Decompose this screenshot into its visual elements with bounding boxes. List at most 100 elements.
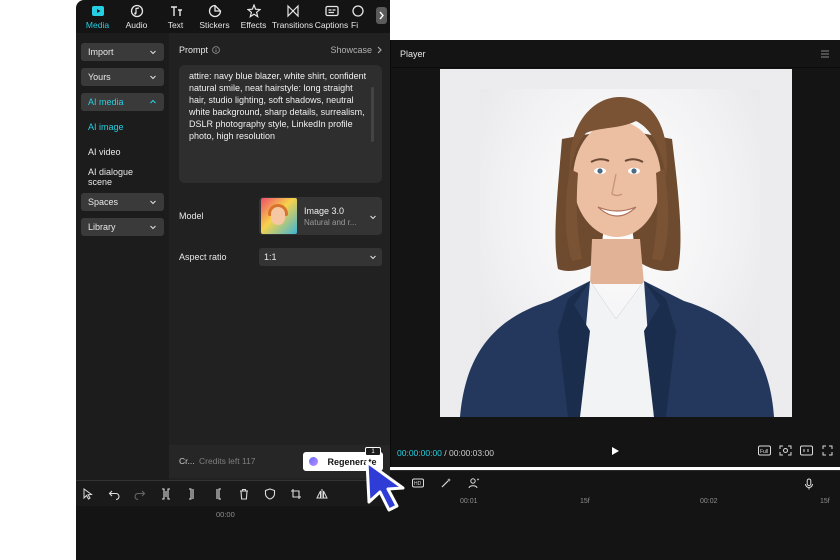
- ai-image-panel: Prompt Showcase attire: navy blue blazer…: [169, 33, 390, 480]
- sidebar-item-yours[interactable]: Yours: [81, 68, 164, 86]
- tab-audio[interactable]: Audio: [117, 0, 156, 33]
- sidebar-item-ai-image[interactable]: AI image: [81, 118, 164, 136]
- sparkle-icon: [309, 457, 319, 466]
- credits-text: Credits left 117: [199, 456, 256, 466]
- app-window: Media Audio Text Stickers Effects Transi…: [76, 0, 840, 560]
- tab-label: Effects: [240, 19, 267, 30]
- tab-label: Stickers: [199, 19, 230, 30]
- showcase-link[interactable]: Showcase: [330, 45, 382, 55]
- total-time: 00:00:03:00: [449, 448, 494, 458]
- cost-badge: 1: [365, 447, 381, 456]
- sidebar-item-ai-media[interactable]: AI media: [81, 93, 164, 111]
- shield-icon[interactable]: [264, 487, 276, 500]
- mouse-cursor-icon: [365, 460, 405, 512]
- transitions-icon: [286, 4, 299, 17]
- aspect-ratio-select[interactable]: 1:1: [259, 248, 382, 266]
- full-label: Full: [760, 449, 768, 455]
- effects-icon: [246, 3, 261, 18]
- preview-image: [440, 69, 792, 417]
- sidebar-item-ai-dialogue-scene[interactable]: AI dialogue scene: [81, 167, 164, 187]
- chevron-down-icon: [370, 215, 376, 220]
- tab-effects[interactable]: Effects: [234, 0, 273, 33]
- chevron-right-icon: [377, 46, 382, 54]
- prompt-textarea[interactable]: attire: navy blue blazer, white shirt, c…: [179, 65, 382, 183]
- sidebar-item-label: AI dialogue scene: [88, 167, 134, 187]
- undo-icon[interactable]: [108, 488, 120, 500]
- aspect-ratio-label: Aspect ratio: [179, 252, 227, 262]
- timeline-ruler[interactable]: 00:01 15f 00:02 15f: [390, 496, 840, 510]
- sidebar-item-import[interactable]: Import: [81, 43, 164, 61]
- sidebar-item-label: Spaces: [88, 197, 119, 207]
- captions-icon: [324, 5, 339, 16]
- microphone-icon[interactable]: [803, 478, 815, 490]
- player-header: Player: [391, 40, 840, 68]
- filters-icon: [352, 4, 364, 17]
- menu-icon[interactable]: [820, 50, 830, 58]
- chevron-up-icon: [150, 99, 156, 104]
- select-cursor-icon[interactable]: [82, 487, 94, 500]
- prompt-text: attire: navy blue blazer, white shirt, c…: [189, 71, 367, 141]
- sidebar-item-label: AI media: [88, 97, 124, 107]
- tab-label: Media: [85, 19, 110, 30]
- full-quality-icon[interactable]: Full: [758, 445, 771, 456]
- top-toolbar: Media Audio Text Stickers Effects Transi…: [76, 0, 390, 33]
- timeline-track-area[interactable]: 00:00: [76, 506, 390, 560]
- ratio-icon[interactable]: [800, 445, 813, 456]
- hd-icon[interactable]: HD: [412, 477, 424, 489]
- split-left-icon[interactable]: [186, 487, 198, 500]
- tab-captions[interactable]: Captions: [312, 0, 351, 33]
- svg-text:HD: HD: [414, 481, 422, 487]
- delete-icon[interactable]: [238, 488, 250, 500]
- showcase-label: Showcase: [330, 45, 372, 55]
- text-icon: [170, 5, 182, 16]
- time-display: 00:00:00:00 / 00:00:03:00: [397, 448, 494, 458]
- model-label: Model: [179, 211, 204, 221]
- model-description: Natural and r...: [304, 217, 357, 227]
- timeline-tools: HD: [412, 477, 480, 489]
- fullscreen-icon[interactable]: [821, 445, 834, 456]
- tab-label: Fi: [351, 19, 359, 30]
- sidebar-item-label: Import: [88, 47, 114, 57]
- sidebar-item-label: Yours: [88, 72, 111, 82]
- focus-icon[interactable]: [779, 445, 792, 456]
- player-panel: Player 00:00:00:00 / 00:00:03:00 Full: [390, 40, 840, 467]
- edit-toolbar: [76, 480, 390, 506]
- timeline-start-mark: 00:00: [216, 510, 235, 519]
- mirror-icon[interactable]: [316, 488, 328, 500]
- crop-icon[interactable]: [290, 488, 302, 500]
- magic-wand-icon[interactable]: [440, 477, 452, 489]
- prompt-title: Prompt: [179, 45, 209, 55]
- chevron-down-icon: [150, 50, 156, 55]
- ruler-mark: 00:01: [460, 498, 478, 505]
- model-selector[interactable]: Image 3.0 Natural and r...: [259, 197, 382, 235]
- portrait-photo: [460, 97, 774, 417]
- split-icon[interactable]: [160, 487, 172, 500]
- sidebar-item-library[interactable]: Library: [81, 218, 164, 236]
- stickers-icon: [208, 4, 221, 17]
- tab-media[interactable]: Media: [78, 0, 117, 33]
- sidebar-item-ai-video[interactable]: AI video: [81, 143, 164, 161]
- ruler-mark: 00:02: [700, 498, 718, 505]
- ruler-mark: 15f: [820, 498, 830, 505]
- tab-transitions[interactable]: Transitions: [272, 0, 313, 33]
- aspect-ratio-value: 1:1: [264, 252, 277, 262]
- tab-stickers[interactable]: Stickers: [195, 0, 234, 33]
- tab-filters[interactable]: Fi: [351, 0, 371, 33]
- player-title: Player: [400, 48, 426, 59]
- tab-text[interactable]: Text: [156, 0, 195, 33]
- timeline-toolbar: HD 00:01 15f 00:02 15f: [390, 470, 840, 560]
- info-icon[interactable]: [212, 46, 220, 54]
- split-right-icon[interactable]: [212, 487, 224, 500]
- redo-icon[interactable]: [134, 488, 146, 500]
- tab-label: Audio: [125, 19, 148, 30]
- play-icon[interactable]: [610, 446, 620, 456]
- person-sparkle-icon[interactable]: [468, 477, 480, 489]
- audio-icon: [130, 4, 143, 17]
- model-name: Image 3.0: [304, 205, 345, 216]
- sidebar-item-spaces[interactable]: Spaces: [81, 193, 164, 211]
- toolbar-scroll-right-button[interactable]: [376, 7, 387, 24]
- sidebar-item-label: AI video: [88, 147, 121, 157]
- sidebar-item-label: Library: [88, 222, 116, 232]
- chevron-right-icon: [379, 11, 384, 20]
- prompt-scrollbar[interactable]: [371, 87, 374, 142]
